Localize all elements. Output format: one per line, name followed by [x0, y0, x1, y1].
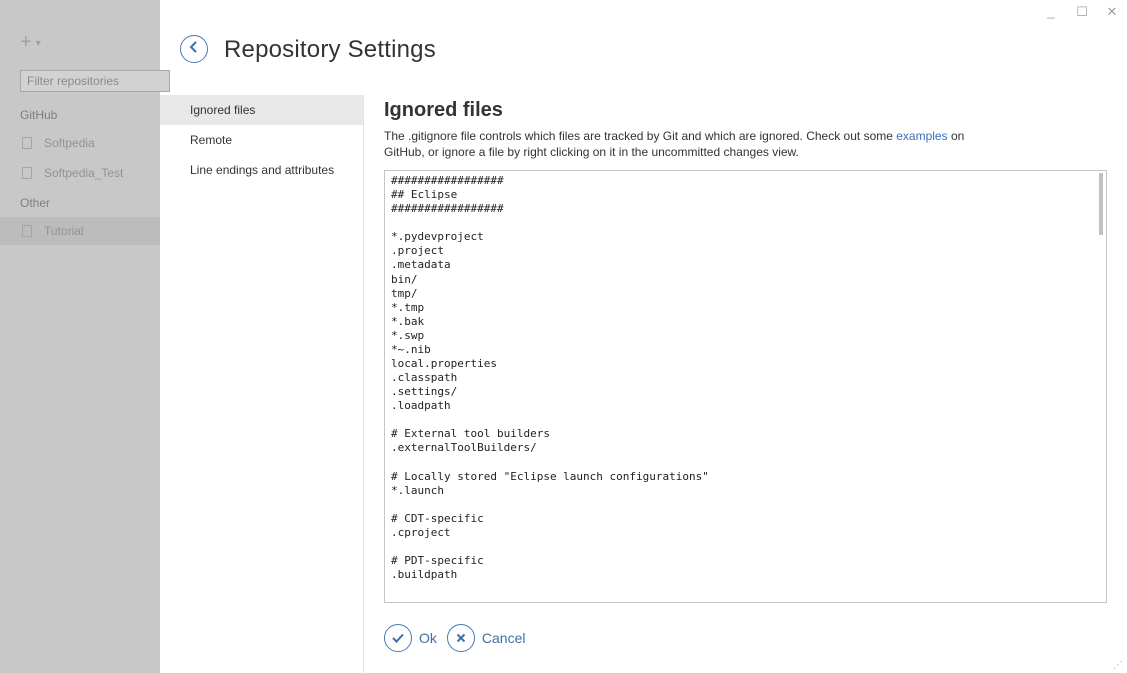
nav-item-remote[interactable]: Remote	[160, 125, 363, 155]
cancel-label: Cancel	[481, 630, 526, 646]
settings-content: Ignored files The .gitignore file contro…	[384, 96, 1107, 603]
add-repository-button[interactable]: + ▼	[20, 30, 43, 55]
repo-item-softpedia-test[interactable]: Softpedia_Test	[20, 159, 160, 187]
examples-link[interactable]: examples	[896, 129, 947, 143]
description-text: The .gitignore file controls which files…	[384, 129, 897, 143]
minimize-button[interactable]: _	[1041, 4, 1061, 19]
cancel-button[interactable]: Cancel	[446, 624, 526, 652]
group-label-other: Other	[20, 196, 51, 210]
ok-label: Ok	[419, 630, 437, 646]
repo-item-tutorial[interactable]: Tutorial	[0, 217, 160, 245]
repo-item-softpedia[interactable]: Softpedia	[20, 129, 160, 157]
maximize-button[interactable]: ☐	[1072, 4, 1092, 20]
section-description: The .gitignore file controls which files…	[384, 128, 974, 160]
nav-item-line-endings[interactable]: Line endings and attributes	[160, 155, 363, 185]
editor-scrollbar[interactable]	[1098, 173, 1104, 600]
close-button[interactable]: ✕	[1102, 4, 1122, 20]
close-icon	[446, 624, 475, 652]
resize-grip-icon[interactable]: ⋰	[1113, 660, 1123, 671]
page-title: Repository Settings	[224, 36, 436, 63]
caret-down-icon: ▼	[33, 37, 43, 48]
scrollbar-thumb[interactable]	[1099, 173, 1103, 235]
gitignore-editor[interactable]: ################# ## Eclipse ###########…	[384, 170, 1107, 603]
repository-icon	[22, 167, 32, 179]
repository-sidebar: +▼ GitHub Softpedia Softpedia_Test Other…	[0, 0, 170, 673]
gitignore-text[interactable]: ################# ## Eclipse ###########…	[385, 171, 1106, 585]
repository-icon	[22, 137, 32, 149]
repo-item-label: Softpedia	[44, 136, 95, 150]
checkmark-icon	[384, 624, 412, 652]
repository-icon	[22, 225, 32, 237]
group-label-github: GitHub	[20, 108, 58, 122]
ok-button[interactable]: Ok	[384, 624, 437, 652]
repo-item-label: Softpedia_Test	[44, 166, 124, 180]
filter-repositories-input[interactable]	[20, 70, 170, 92]
plus-icon: +	[20, 31, 32, 53]
settings-nav: Ignored files Remote Line endings and at…	[160, 95, 364, 673]
section-title: Ignored files	[384, 99, 503, 121]
back-button[interactable]	[180, 35, 208, 63]
nav-item-ignored-files[interactable]: Ignored files	[160, 95, 363, 125]
dialog-actions: Ok Cancel	[384, 624, 535, 652]
repo-item-label: Tutorial	[44, 224, 84, 238]
chevron-left-icon	[189, 40, 199, 58]
